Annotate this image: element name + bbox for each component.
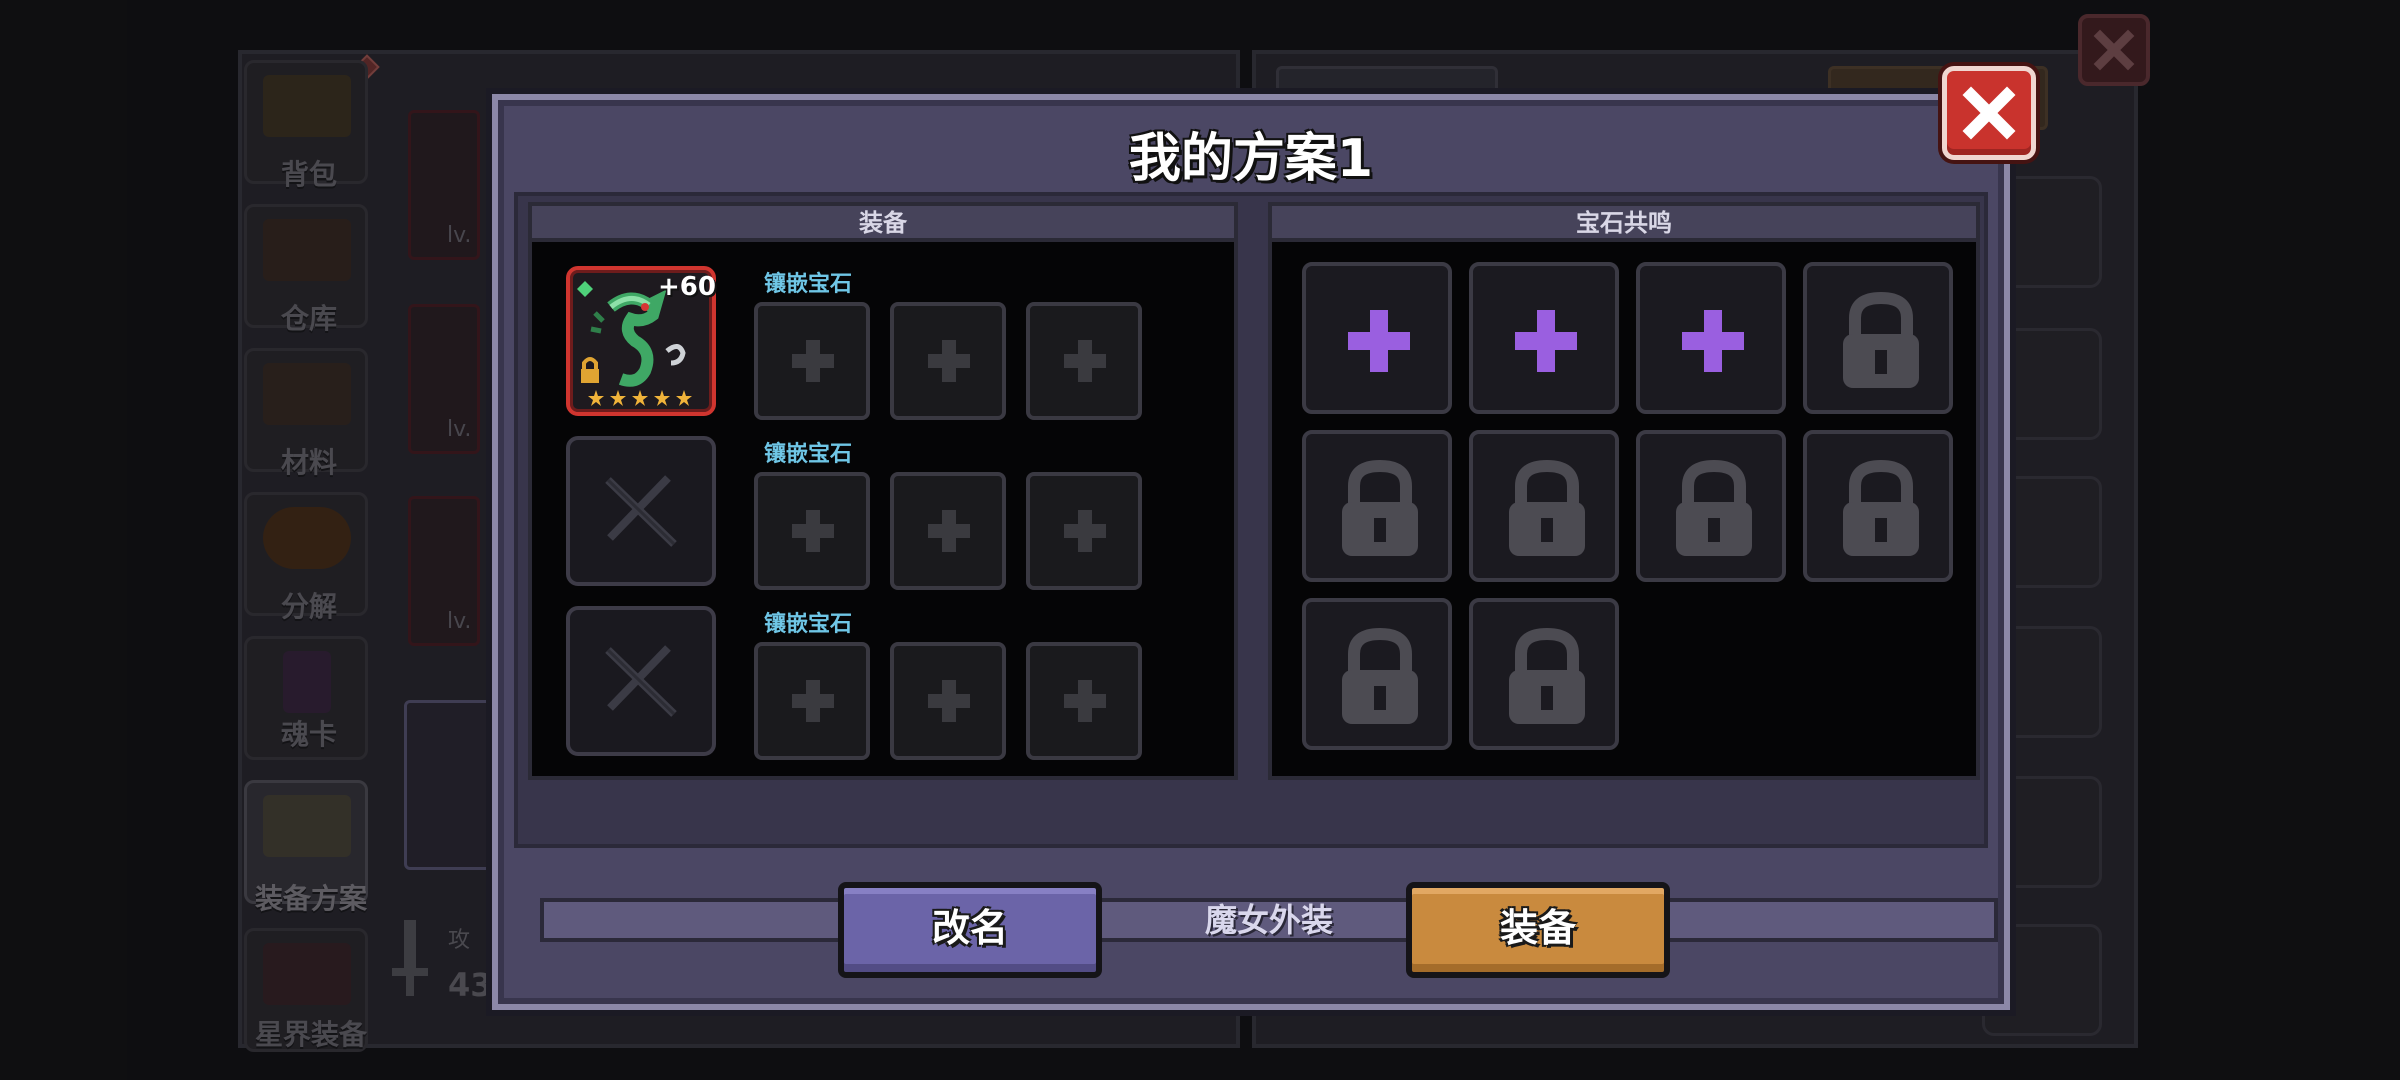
lock-icon <box>1676 459 1752 556</box>
plus-icon <box>928 510 970 552</box>
plus-icon <box>792 340 834 382</box>
lock-icon <box>1342 459 1418 556</box>
gem-slot-label: 镶嵌宝石 <box>764 612 853 637</box>
plus-icon <box>928 680 970 722</box>
lock-icon <box>1509 459 1585 556</box>
rename-button[interactable]: 改名 <box>838 882 1102 978</box>
gem-slot[interactable] <box>754 472 870 590</box>
lock-icon <box>1843 459 1919 556</box>
plus-icon <box>928 340 970 382</box>
resonance-slot-add[interactable] <box>1302 262 1452 414</box>
plus-icon <box>792 680 834 722</box>
lock-icon <box>1342 627 1418 724</box>
equipment-panel: 装备 +60 镶嵌宝石 镶嵌宝石 镶嵌宝石 <box>528 202 1238 780</box>
dialog-title: 我的方案1 <box>1128 129 1374 189</box>
plus-icon <box>1064 680 1106 722</box>
plus-icon <box>1515 310 1577 372</box>
gem-slot-label: 镶嵌宝石 <box>764 272 853 297</box>
plus-icon <box>1682 310 1744 372</box>
dialog-content: 装备 +60 镶嵌宝石 镶嵌宝石 镶嵌宝石 宝石共鸣 魔女外装 <box>514 192 1998 942</box>
item-stars <box>588 390 698 406</box>
empty-weapon-icon <box>605 475 677 547</box>
gem-slot[interactable] <box>1026 302 1142 420</box>
gem-slot[interactable] <box>754 642 870 760</box>
gem-slot[interactable] <box>890 642 1006 760</box>
resonance-slot-locked[interactable] <box>1302 430 1452 582</box>
equipment-slot-empty[interactable] <box>566 436 716 586</box>
gem-slot[interactable] <box>1026 642 1142 760</box>
resonance-slot-locked[interactable] <box>1636 430 1786 582</box>
equipment-plan-dialog: 我的方案1 装备 +60 镶嵌宝石 镶嵌宝石 镶嵌宝石 宝石共鸣 魔女外装 改名… <box>492 94 2010 1010</box>
gem-slot[interactable] <box>890 302 1006 420</box>
resonance-slot-locked[interactable] <box>1469 430 1619 582</box>
gem-resonance-panel: 宝石共鸣 <box>1268 202 1980 780</box>
equip-button[interactable]: 装备 <box>1406 882 1670 978</box>
star-rating-icon <box>588 390 692 406</box>
plus-icon <box>1348 310 1410 372</box>
resonance-slot-add[interactable] <box>1469 262 1619 414</box>
resonance-slot-locked[interactable] <box>1302 598 1452 750</box>
resonance-slot-locked[interactable] <box>1803 430 1953 582</box>
equipment-panel-header: 装备 <box>532 206 1234 242</box>
plus-icon <box>1064 340 1106 382</box>
gem-resonance-header: 宝石共鸣 <box>1272 206 1976 242</box>
gem-slot[interactable] <box>890 472 1006 590</box>
lock-icon <box>1843 291 1919 388</box>
lock-icon <box>1509 627 1585 724</box>
gem-slot[interactable] <box>1026 472 1142 590</box>
gem-slot-label: 镶嵌宝石 <box>764 442 853 467</box>
equipment-slot-empty[interactable] <box>566 606 716 756</box>
skin-selector-bar[interactable]: 魔女外装 <box>540 898 1998 942</box>
plus-icon <box>1064 510 1106 552</box>
gem-slot[interactable] <box>754 302 870 420</box>
plus-icon <box>792 510 834 552</box>
resonance-slot-locked[interactable] <box>1469 598 1619 750</box>
close-icon <box>1962 86 2016 140</box>
resonance-slot-locked[interactable] <box>1803 262 1953 414</box>
empty-weapon-icon <box>605 645 677 717</box>
resonance-slot-add[interactable] <box>1636 262 1786 414</box>
close-button[interactable] <box>1942 66 2036 160</box>
equipment-slot-weapon[interactable]: +60 <box>566 266 716 416</box>
item-plus-level: +60 <box>658 272 716 302</box>
